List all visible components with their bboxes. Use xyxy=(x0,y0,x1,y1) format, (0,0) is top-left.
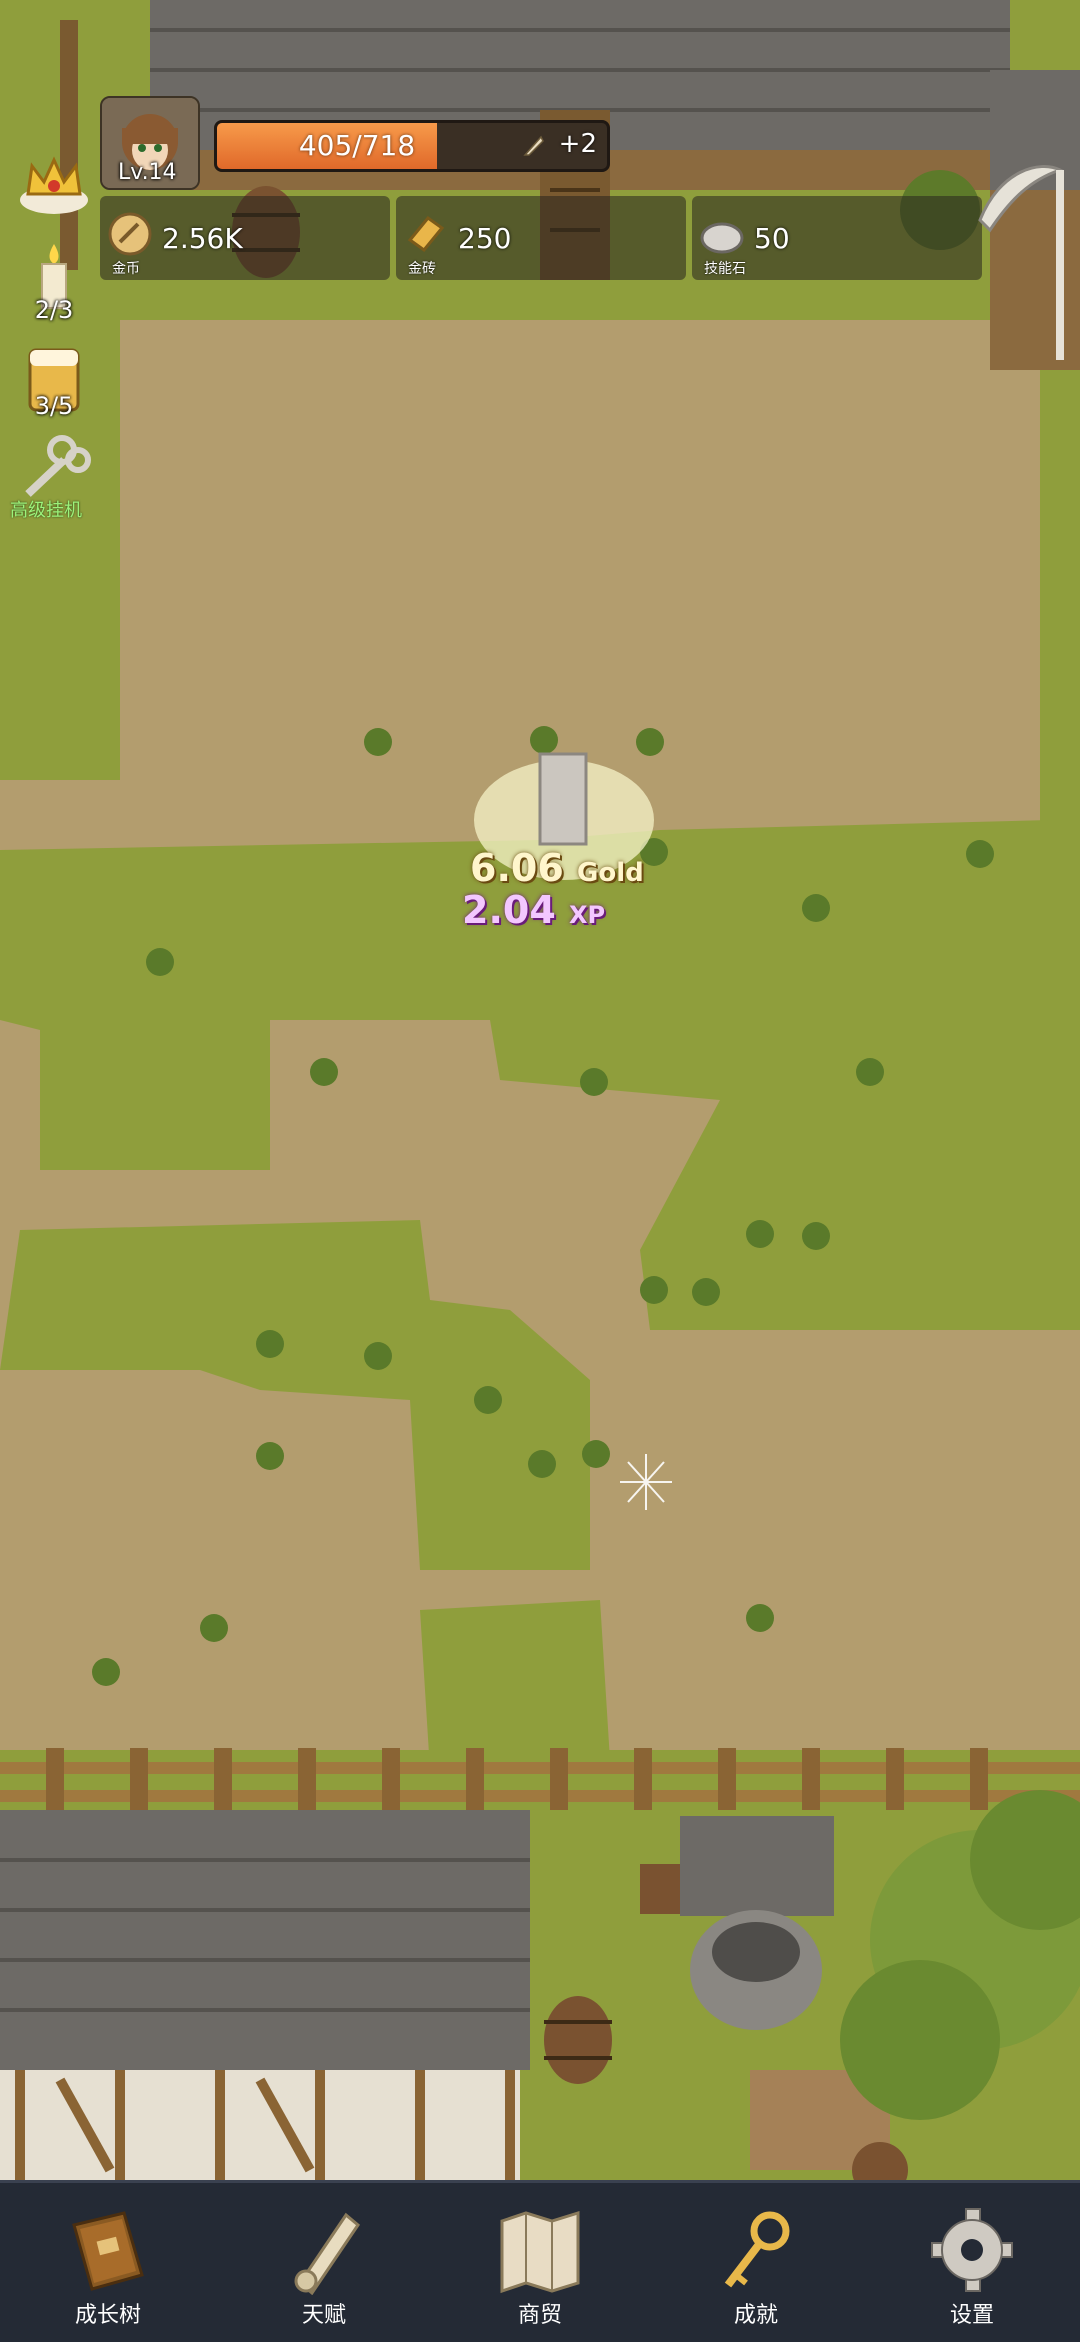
resource-gold-brick: 250 金砖 xyxy=(396,196,686,280)
xp-bar: 405/718 +2 xyxy=(214,120,610,172)
candle-button[interactable]: 2/3 xyxy=(14,240,94,324)
scythe-icon[interactable] xyxy=(970,150,1070,360)
xp-text: 405/718 xyxy=(298,129,416,162)
book-icon xyxy=(72,2211,144,2291)
map-icon xyxy=(500,2210,580,2294)
resource-skill-stone: 50 技能石 xyxy=(692,196,982,280)
gold-value: 2.56K xyxy=(162,222,243,255)
nav-growth-tree-label: 成长树 xyxy=(74,2303,141,2328)
key-icon xyxy=(724,2211,790,2288)
gear-icon xyxy=(931,2208,1013,2292)
advanced-idle-label: 高级挂机 xyxy=(10,500,82,521)
xp-reward-popup: 2.04 XP xyxy=(462,888,605,932)
gold-reward-popup: 6.06 Gold xyxy=(470,846,644,890)
nav-trade[interactable]: 商贸 xyxy=(432,2183,648,2342)
crown-icon xyxy=(20,156,88,214)
farm-field xyxy=(0,0,1080,2180)
nav-talent-label: 天赋 xyxy=(301,2303,346,2328)
nav-achievement-label: 成就 xyxy=(733,2303,778,2328)
beer-count: 3/5 xyxy=(34,392,74,420)
nav-growth-tree[interactable]: 成长树 xyxy=(0,2183,216,2342)
xp-reward-value: 2.04 xyxy=(462,888,556,932)
crown-button[interactable] xyxy=(14,150,94,224)
candle-count: 2/3 xyxy=(34,296,74,324)
gold-reward-value: 6.06 xyxy=(470,846,564,890)
bottom-nav: 成长树 天赋 商贸 成就 设置 xyxy=(0,2180,1080,2342)
nav-talent[interactable]: 天赋 xyxy=(216,2183,432,2342)
gold-brick-icon xyxy=(407,215,445,253)
nav-achievement[interactable]: 成就 xyxy=(648,2183,864,2342)
nav-settings-label: 设置 xyxy=(949,2303,994,2328)
resource-gold: 2.56K 金币 xyxy=(100,196,390,280)
beer-button[interactable]: 3/5 xyxy=(14,344,94,420)
gold-reward-unit: Gold xyxy=(577,858,644,888)
nav-settings[interactable]: 设置 xyxy=(864,2183,1080,2342)
xp-reward-unit: XP xyxy=(569,901,606,929)
xp-bonus: +2 xyxy=(558,129,597,159)
game-scene[interactable] xyxy=(0,0,1080,2180)
nav-trade-label: 商贸 xyxy=(517,2303,562,2328)
advanced-idle-button[interactable]: 高级挂机 xyxy=(10,430,94,521)
skill-stone-value: 50 xyxy=(754,222,790,255)
skill-stone-icon xyxy=(700,222,744,254)
gold-brick-label: 金砖 xyxy=(408,261,436,277)
feather-icon xyxy=(523,135,544,156)
wind-up-key-icon xyxy=(25,435,91,497)
skill-stone-label: 技能石 xyxy=(704,261,746,277)
gold-coin-icon xyxy=(108,212,152,256)
player-level: Lv.14 xyxy=(118,160,177,185)
gold-brick-value: 250 xyxy=(458,222,512,255)
scroll-icon xyxy=(294,2212,361,2295)
gold-label: 金币 xyxy=(112,261,140,277)
